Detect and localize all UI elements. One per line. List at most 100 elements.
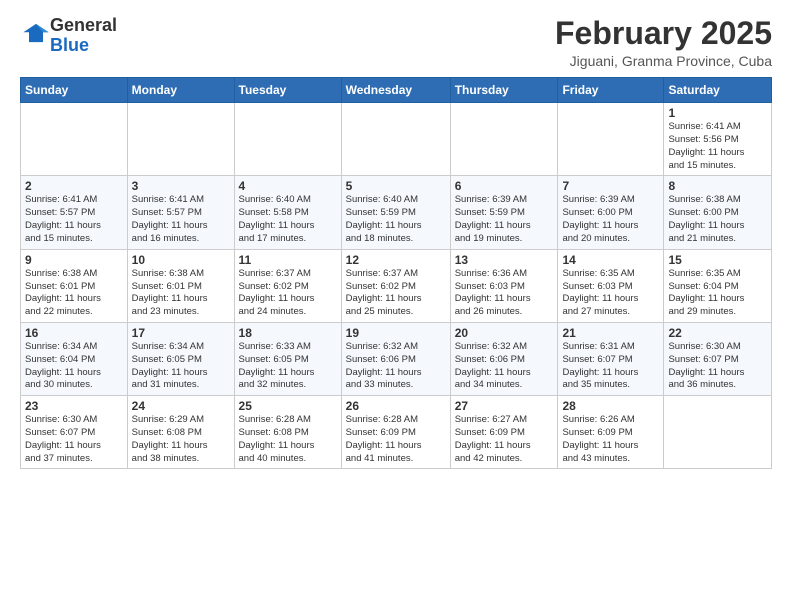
weekday-header: Wednesday [341,78,450,103]
logo-blue-text: Blue [50,35,89,55]
day-info: Sunrise: 6:29 AM Sunset: 6:08 PM Dayligh… [132,414,230,465]
calendar-cell [450,103,558,176]
weekday-header: Monday [127,78,234,103]
day-info: Sunrise: 6:41 AM Sunset: 5:57 PM Dayligh… [25,194,123,245]
day-number: 7 [562,179,659,193]
day-number: 18 [239,326,337,340]
calendar-week-row: 2Sunrise: 6:41 AM Sunset: 5:57 PM Daylig… [21,176,772,249]
day-info: Sunrise: 6:39 AM Sunset: 6:00 PM Dayligh… [562,194,659,245]
day-number: 3 [132,179,230,193]
day-number: 17 [132,326,230,340]
calendar-week-row: 9Sunrise: 6:38 AM Sunset: 6:01 PM Daylig… [21,249,772,322]
calendar-cell [21,103,128,176]
day-number: 20 [455,326,554,340]
calendar-cell: 28Sunrise: 6:26 AM Sunset: 6:09 PM Dayli… [558,396,664,469]
calendar-cell [664,396,772,469]
day-info: Sunrise: 6:34 AM Sunset: 6:04 PM Dayligh… [25,341,123,392]
calendar-cell: 20Sunrise: 6:32 AM Sunset: 6:06 PM Dayli… [450,322,558,395]
day-info: Sunrise: 6:35 AM Sunset: 6:04 PM Dayligh… [668,268,767,319]
day-info: Sunrise: 6:38 AM Sunset: 6:00 PM Dayligh… [668,194,767,245]
day-info: Sunrise: 6:27 AM Sunset: 6:09 PM Dayligh… [455,414,554,465]
day-info: Sunrise: 6:30 AM Sunset: 6:07 PM Dayligh… [25,414,123,465]
day-number: 14 [562,253,659,267]
day-info: Sunrise: 6:38 AM Sunset: 6:01 PM Dayligh… [132,268,230,319]
calendar-cell: 27Sunrise: 6:27 AM Sunset: 6:09 PM Dayli… [450,396,558,469]
day-info: Sunrise: 6:40 AM Sunset: 5:59 PM Dayligh… [346,194,446,245]
header: General Blue February 2025 Jiguani, Gran… [20,16,772,69]
day-info: Sunrise: 6:28 AM Sunset: 6:08 PM Dayligh… [239,414,337,465]
day-info: Sunrise: 6:41 AM Sunset: 5:56 PM Dayligh… [668,121,767,172]
day-number: 12 [346,253,446,267]
day-info: Sunrise: 6:36 AM Sunset: 6:03 PM Dayligh… [455,268,554,319]
day-info: Sunrise: 6:32 AM Sunset: 6:06 PM Dayligh… [346,341,446,392]
day-info: Sunrise: 6:33 AM Sunset: 6:05 PM Dayligh… [239,341,337,392]
calendar-cell: 8Sunrise: 6:38 AM Sunset: 6:00 PM Daylig… [664,176,772,249]
day-info: Sunrise: 6:30 AM Sunset: 6:07 PM Dayligh… [668,341,767,392]
day-number: 25 [239,399,337,413]
day-number: 21 [562,326,659,340]
calendar-cell: 15Sunrise: 6:35 AM Sunset: 6:04 PM Dayli… [664,249,772,322]
weekday-header: Thursday [450,78,558,103]
calendar-cell: 12Sunrise: 6:37 AM Sunset: 6:02 PM Dayli… [341,249,450,322]
day-number: 26 [346,399,446,413]
calendar-cell: 14Sunrise: 6:35 AM Sunset: 6:03 PM Dayli… [558,249,664,322]
calendar-cell: 16Sunrise: 6:34 AM Sunset: 6:04 PM Dayli… [21,322,128,395]
calendar-cell: 11Sunrise: 6:37 AM Sunset: 6:02 PM Dayli… [234,249,341,322]
day-number: 19 [346,326,446,340]
calendar-cell: 26Sunrise: 6:28 AM Sunset: 6:09 PM Dayli… [341,396,450,469]
day-number: 13 [455,253,554,267]
day-info: Sunrise: 6:31 AM Sunset: 6:07 PM Dayligh… [562,341,659,392]
calendar-week-row: 23Sunrise: 6:30 AM Sunset: 6:07 PM Dayli… [21,396,772,469]
calendar-cell: 13Sunrise: 6:36 AM Sunset: 6:03 PM Dayli… [450,249,558,322]
calendar-cell: 10Sunrise: 6:38 AM Sunset: 6:01 PM Dayli… [127,249,234,322]
day-info: Sunrise: 6:34 AM Sunset: 6:05 PM Dayligh… [132,341,230,392]
day-number: 2 [25,179,123,193]
day-info: Sunrise: 6:32 AM Sunset: 6:06 PM Dayligh… [455,341,554,392]
logo-general-text: General [50,15,117,35]
calendar-cell: 2Sunrise: 6:41 AM Sunset: 5:57 PM Daylig… [21,176,128,249]
logo-icon [22,19,50,47]
day-number: 27 [455,399,554,413]
title-block: February 2025 Jiguani, Granma Province, … [555,16,772,69]
calendar-cell: 24Sunrise: 6:29 AM Sunset: 6:08 PM Dayli… [127,396,234,469]
day-info: Sunrise: 6:37 AM Sunset: 6:02 PM Dayligh… [346,268,446,319]
calendar-cell: 19Sunrise: 6:32 AM Sunset: 6:06 PM Dayli… [341,322,450,395]
calendar-cell: 22Sunrise: 6:30 AM Sunset: 6:07 PM Dayli… [664,322,772,395]
calendar-cell: 17Sunrise: 6:34 AM Sunset: 6:05 PM Dayli… [127,322,234,395]
weekday-header: Saturday [664,78,772,103]
day-number: 11 [239,253,337,267]
day-number: 6 [455,179,554,193]
calendar-cell: 4Sunrise: 6:40 AM Sunset: 5:58 PM Daylig… [234,176,341,249]
calendar-week-row: 16Sunrise: 6:34 AM Sunset: 6:04 PM Dayli… [21,322,772,395]
calendar-cell [234,103,341,176]
day-info: Sunrise: 6:38 AM Sunset: 6:01 PM Dayligh… [25,268,123,319]
day-number: 1 [668,106,767,120]
day-number: 8 [668,179,767,193]
calendar-cell: 6Sunrise: 6:39 AM Sunset: 5:59 PM Daylig… [450,176,558,249]
calendar-cell: 1Sunrise: 6:41 AM Sunset: 5:56 PM Daylig… [664,103,772,176]
calendar-week-row: 1Sunrise: 6:41 AM Sunset: 5:56 PM Daylig… [21,103,772,176]
day-number: 5 [346,179,446,193]
day-number: 24 [132,399,230,413]
day-number: 4 [239,179,337,193]
day-info: Sunrise: 6:26 AM Sunset: 6:09 PM Dayligh… [562,414,659,465]
day-info: Sunrise: 6:41 AM Sunset: 5:57 PM Dayligh… [132,194,230,245]
calendar-cell: 23Sunrise: 6:30 AM Sunset: 6:07 PM Dayli… [21,396,128,469]
calendar-cell: 18Sunrise: 6:33 AM Sunset: 6:05 PM Dayli… [234,322,341,395]
calendar-cell [127,103,234,176]
calendar-cell: 7Sunrise: 6:39 AM Sunset: 6:00 PM Daylig… [558,176,664,249]
weekday-header: Tuesday [234,78,341,103]
weekday-header: Sunday [21,78,128,103]
calendar-cell: 5Sunrise: 6:40 AM Sunset: 5:59 PM Daylig… [341,176,450,249]
calendar-cell [341,103,450,176]
calendar-cell: 21Sunrise: 6:31 AM Sunset: 6:07 PM Dayli… [558,322,664,395]
day-number: 28 [562,399,659,413]
day-number: 23 [25,399,123,413]
day-number: 9 [25,253,123,267]
day-number: 15 [668,253,767,267]
weekday-header: Friday [558,78,664,103]
calendar-cell [558,103,664,176]
day-number: 10 [132,253,230,267]
day-info: Sunrise: 6:40 AM Sunset: 5:58 PM Dayligh… [239,194,337,245]
calendar-table: SundayMondayTuesdayWednesdayThursdayFrid… [20,77,772,469]
